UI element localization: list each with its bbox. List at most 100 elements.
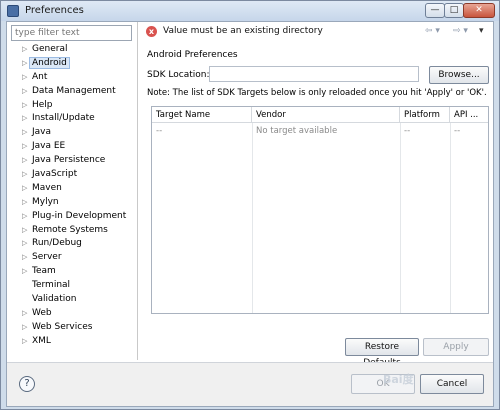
tree-item-java[interactable]: ▷ Java	[7, 126, 137, 140]
expand-arrow-icon[interactable]: ▷	[22, 237, 27, 251]
view-menu-button[interactable]: ▾	[479, 26, 484, 36]
browse-button[interactable]: Browse...	[429, 66, 489, 84]
tree-item-label: Install/Update	[32, 113, 95, 124]
expand-arrow-icon[interactable]: ▷	[22, 168, 27, 182]
restore-defaults-button[interactable]: Restore Defaults	[345, 338, 419, 368]
tree-item-server[interactable]: ▷ Server	[7, 251, 137, 265]
app-icon	[7, 5, 19, 17]
cell-api: --	[454, 126, 461, 136]
expand-arrow-icon[interactable]: ▷	[22, 321, 27, 335]
expand-arrow-icon[interactable]: ▷	[22, 140, 27, 154]
preference-tree: ▷ General ▷ Android ▷ Ant ▷ Data Management ▷ Hel…	[7, 43, 137, 349]
expand-arrow-icon[interactable]: ▷	[22, 196, 27, 210]
cell-vendor: No target available	[256, 126, 338, 136]
cell-target-name: --	[156, 126, 163, 136]
tree-item-ant[interactable]: ▷ Ant	[7, 71, 137, 85]
tree-item-terminal[interactable]: Terminal	[7, 279, 137, 293]
tree-item-label: Remote Systems	[32, 224, 108, 235]
tree-item-remote-systems[interactable]: ▷ Remote Systems	[7, 224, 137, 238]
tree-item-label: Java EE	[32, 141, 66, 152]
sdk-location-input[interactable]	[209, 66, 419, 82]
tree-item-label: General	[32, 44, 68, 54]
cell-platform: --	[404, 126, 411, 136]
tree-item-label: Web	[32, 307, 52, 318]
tree-item-run-debug[interactable]: ▷ Run/Debug	[7, 237, 137, 251]
tree-item-java-ee[interactable]: ▷ Java EE	[7, 140, 137, 154]
expand-arrow-icon[interactable]: ▷	[22, 99, 27, 113]
help-icon[interactable]: ?	[19, 376, 35, 392]
forward-button[interactable]: ⇨ ▾	[453, 26, 468, 36]
tree-item-install-update[interactable]: ▷ Install/Update	[7, 112, 137, 126]
tree-item-maven[interactable]: ▷ Maven	[7, 182, 137, 196]
preferences-window: Preferences — □ ✕ ▷General▷Android▷Ant▷D…	[0, 0, 500, 410]
column-vendor[interactable]: Vendor	[252, 107, 400, 123]
tree-item-android[interactable]: ▷ Android	[7, 56, 137, 71]
preference-page: x Value must be an existing directory ⇦ …	[139, 22, 493, 368]
column-divider	[252, 123, 253, 313]
tree-item-label: Team	[32, 266, 56, 277]
expand-arrow-icon[interactable]: ▷	[22, 224, 27, 238]
tree-item-java-persistence[interactable]: ▷ Java Persistence	[7, 154, 137, 168]
expand-arrow-icon[interactable]: ▷	[22, 307, 27, 321]
sdk-targets-table[interactable]: Target Name Vendor Platform API ... -- N…	[151, 106, 489, 314]
dialog-button-bar: ? OK Cancel	[7, 362, 493, 406]
tree-item-data-management[interactable]: ▷ Data Management	[7, 85, 137, 99]
tree-item-label: Data Management	[32, 85, 116, 96]
tree-item-label: Maven	[32, 182, 62, 193]
tree-item-label: Terminal	[32, 280, 71, 291]
apply-button[interactable]: Apply	[423, 338, 489, 356]
tree-item-label: Run/Debug	[32, 238, 82, 249]
maximize-button[interactable]: □	[444, 3, 464, 18]
tree-item-xml[interactable]: ▷ XML	[7, 335, 137, 349]
expand-arrow-icon[interactable]: ▷	[22, 43, 27, 57]
tree-item-javascript[interactable]: ▷ JavaScript	[7, 168, 137, 182]
expand-arrow-icon[interactable]: ▷	[22, 85, 27, 99]
expand-arrow-icon[interactable]: ▷	[22, 335, 27, 349]
tree-item-label: Mylyn	[32, 196, 59, 207]
column-api[interactable]: API ...	[450, 107, 488, 123]
column-divider	[400, 123, 401, 313]
sdk-location-label: SDK Location:	[147, 70, 210, 80]
tree-item-validation[interactable]: Validation	[7, 293, 137, 307]
cancel-button[interactable]: Cancel	[420, 374, 484, 394]
expand-arrow-icon[interactable]: ▷	[22, 112, 27, 126]
tree-item-web[interactable]: ▷ Web	[7, 307, 137, 321]
tree-item-help[interactable]: ▷ Help	[7, 99, 137, 113]
expand-arrow-icon[interactable]: ▷	[22, 126, 27, 140]
expand-arrow-icon[interactable]: ▷	[22, 182, 27, 196]
expand-arrow-icon[interactable]: ▷	[22, 251, 27, 265]
expand-arrow-icon[interactable]: ▷	[22, 265, 27, 279]
tree-item-label: Java Persistence	[32, 155, 106, 166]
preference-tree-pane: ▷General▷Android▷Ant▷Data Management▷Hel…	[7, 22, 138, 360]
window-title: Preferences	[25, 5, 84, 16]
filter-input[interactable]	[11, 25, 132, 41]
tree-item-web-services[interactable]: ▷ Web Services	[7, 321, 137, 335]
sdk-note: Note: The list of SDK Targets below is o…	[147, 88, 487, 98]
column-target-name[interactable]: Target Name	[152, 107, 252, 123]
column-platform[interactable]: Platform	[400, 107, 450, 123]
expand-arrow-icon[interactable]: ▷	[22, 154, 27, 168]
title-bar[interactable]: Preferences — □ ✕	[1, 1, 499, 21]
table-header: Target Name Vendor Platform API ...	[152, 107, 488, 123]
watermark-logo: Bai度	[383, 373, 414, 386]
close-button[interactable]: ✕	[463, 3, 495, 18]
page-title: Android Preferences	[147, 50, 238, 60]
tree-item-general[interactable]: ▷ General	[7, 43, 137, 57]
tree-item-label: Help	[32, 99, 53, 110]
expand-arrow-icon[interactable]: ▷	[22, 57, 27, 71]
tree-item-plug-in-development[interactable]: ▷ Plug-in Development	[7, 210, 137, 224]
expand-arrow-icon[interactable]: ▷	[22, 210, 27, 224]
tree-item-label: Web Services	[32, 321, 93, 332]
client-area: ▷General▷Android▷Ant▷Data Management▷Hel…	[6, 21, 494, 407]
tree-item-team[interactable]: ▷ Team	[7, 265, 137, 279]
tree-item-label: Android	[29, 56, 70, 69]
message-bar: x Value must be an existing directory ⇦ …	[139, 22, 493, 44]
tree-item-label: Validation	[32, 294, 77, 305]
tree-item-label: Java	[32, 127, 52, 138]
tree-item-mylyn[interactable]: ▷ Mylyn	[7, 196, 137, 210]
expand-arrow-icon[interactable]: ▷	[22, 71, 27, 85]
tree-item-label: Plug-in Development	[32, 210, 127, 221]
minimize-button[interactable]: —	[425, 3, 445, 18]
back-button[interactable]: ⇦ ▾	[425, 26, 440, 36]
tree-item-label: Server	[32, 252, 62, 263]
